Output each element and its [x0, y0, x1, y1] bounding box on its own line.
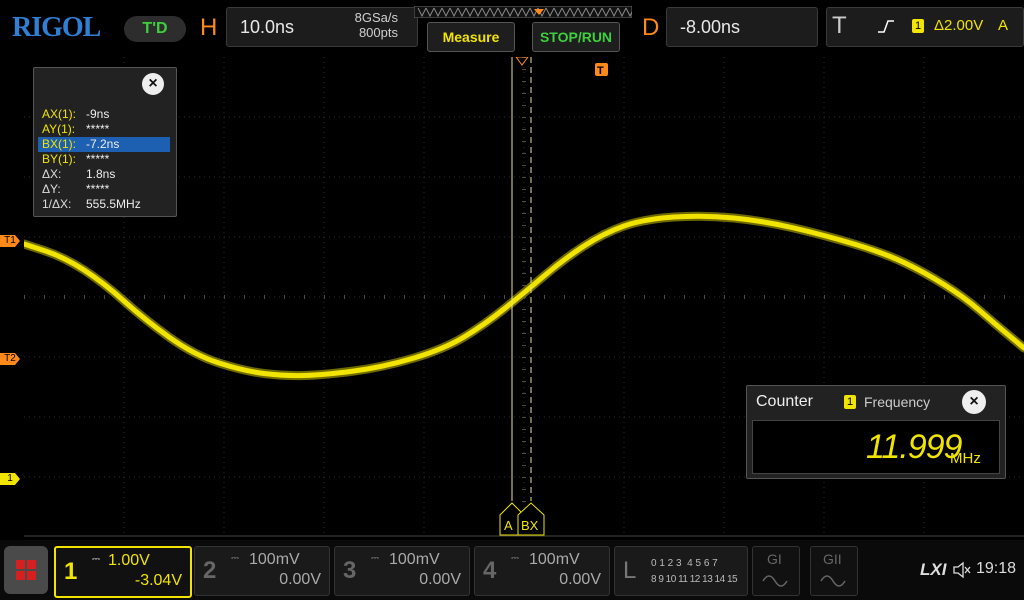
clock: 19:18: [976, 560, 1017, 577]
cursor-row: BY(1): *****: [38, 152, 170, 167]
cursor-row-value: *****: [86, 182, 110, 196]
counter-mode-label: Frequency: [864, 394, 931, 410]
channel3-number: 3: [343, 557, 357, 584]
t2-marker[interactable]: T2: [0, 353, 20, 365]
cursor-row-key: AY(1):: [42, 122, 76, 136]
logic-channels-row2: 8 9 10 11 12 13 14 15: [651, 574, 738, 585]
channel4-offset: 0.00V: [559, 571, 601, 588]
channel4-number: 4: [483, 557, 497, 584]
dc-coupling-icon: ⎓: [231, 553, 239, 564]
timebase-value: 10.0ns: [240, 17, 295, 37]
sample-rate-info: 8GSa/s 800pts: [340, 10, 398, 40]
logic-label: L: [623, 557, 637, 584]
cursor-row: ΔX: 1.8ns: [38, 167, 170, 182]
cursor-row-key: BX(1):: [42, 137, 77, 151]
speaker-muted-icon[interactable]: [952, 561, 972, 579]
channel3-scale: 100mV: [389, 551, 440, 568]
counter-value: 11.999: [866, 428, 962, 466]
cursor-row-value: 1.8ns: [86, 167, 116, 181]
cursor-row-value: *****: [86, 152, 110, 166]
cursor-row-key: ΔX:: [42, 167, 62, 181]
cursor-a-label: A: [504, 518, 513, 533]
counter-close-button[interactable]: ×: [962, 390, 986, 414]
rigol-logo: RIGOL: [12, 12, 101, 43]
cursor-a-top-marker: [515, 57, 529, 66]
counter-title: Counter: [756, 393, 813, 410]
generator1-label: GI: [767, 551, 782, 567]
channel2-box[interactable]: 2 ⎓ 100mV 0.00V: [194, 546, 330, 596]
sine-wave-icon: [762, 575, 788, 587]
waveform-position-strip: [414, 6, 632, 18]
lxi-logo: LXI: [920, 560, 947, 579]
cursor-b-label: BX: [521, 518, 539, 533]
trigger-position-marker[interactable]: T: [595, 63, 608, 77]
trigger-mode: A: [998, 17, 1009, 34]
channel1-box[interactable]: 1 ⎓ 1.00V -3.04V: [54, 546, 192, 598]
channel4-box[interactable]: 4 ⎓ 100mV 0.00V: [474, 546, 610, 596]
generator2-button[interactable]: GII: [810, 546, 858, 596]
generator2-label: GII: [823, 551, 842, 567]
generator1-button[interactable]: GI: [752, 546, 800, 596]
horizontal-label: H: [200, 14, 218, 41]
cursor-row-key: ΔY:: [42, 182, 61, 196]
counter-source-badge[interactable]: 1: [844, 395, 856, 409]
stop-run-button[interactable]: STOP/RUN: [532, 22, 620, 52]
trigger-label: T: [832, 12, 847, 39]
logic-channels-row1: 0 1 2 3 4 5 6 7: [651, 558, 718, 569]
cursor-row-key: AX(1):: [42, 107, 77, 121]
cursor-row-key: 1/ΔX:: [42, 197, 72, 211]
cursor-row: AX(1): -9ns: [38, 107, 170, 122]
channel2-number: 2: [203, 557, 217, 584]
channel1-offset: -3.04V: [134, 572, 182, 589]
delay-label: D: [642, 14, 660, 41]
cursor-row: BX(1): -7.2ns: [38, 137, 170, 152]
channel1-waveform: [24, 213, 1024, 379]
channel4-scale: 100mV: [529, 551, 580, 568]
delay-value: -8.00ns: [680, 17, 741, 37]
dc-coupling-icon: ⎓: [371, 553, 379, 564]
menu-grid-icon: [16, 560, 36, 580]
channel2-offset: 0.00V: [279, 571, 321, 588]
trigger-level: Δ2.00V: [934, 17, 984, 34]
channel3-box[interactable]: 3 ⎓ 100mV 0.00V: [334, 546, 470, 596]
trigger-box[interactable]: [826, 7, 1024, 47]
cursor-row-value: -9ns: [86, 107, 110, 121]
trigger-source-badge: 1: [912, 19, 924, 33]
cursor-row: 1/ΔX: 555.5MHz: [38, 197, 170, 212]
logic-analyzer-box[interactable]: L 0 1 2 3 4 5 6 7 8 9 10 11 12 13 14 15: [614, 546, 748, 596]
cursor-row: AY(1): *****: [38, 122, 170, 137]
main-menu-button[interactable]: [4, 546, 48, 594]
channel1-scale: 1.00V: [108, 552, 150, 569]
t1-marker[interactable]: T1: [0, 235, 20, 247]
cursor-row-value: 555.5MHz: [86, 197, 141, 211]
channel1-offset-marker[interactable]: 1: [0, 473, 20, 485]
counter-unit: MHz: [950, 450, 981, 467]
dc-coupling-icon: ⎓: [92, 554, 100, 565]
sample-rate: 8GSa/s: [354, 10, 398, 25]
dc-coupling-icon: ⎓: [511, 553, 519, 564]
channel2-scale: 100mV: [249, 551, 300, 568]
cursor-row-value: -7.2ns: [86, 137, 120, 151]
trigger-position-label: T: [597, 65, 604, 77]
td-mode-badge[interactable]: T'D: [124, 16, 186, 42]
memory-depth: 800pts: [358, 25, 398, 40]
cursor-panel-close-button[interactable]: ×: [142, 73, 164, 95]
cursor-row: ΔY: *****: [38, 182, 170, 197]
sine-wave-icon: [820, 575, 846, 587]
channel1-number: 1: [64, 558, 78, 585]
rising-edge-icon: [878, 20, 894, 33]
cursor-row-key: BY(1):: [42, 152, 77, 166]
measure-button[interactable]: Measure: [427, 22, 515, 52]
channel3-offset: 0.00V: [419, 571, 461, 588]
cursor-row-value: *****: [86, 122, 110, 136]
